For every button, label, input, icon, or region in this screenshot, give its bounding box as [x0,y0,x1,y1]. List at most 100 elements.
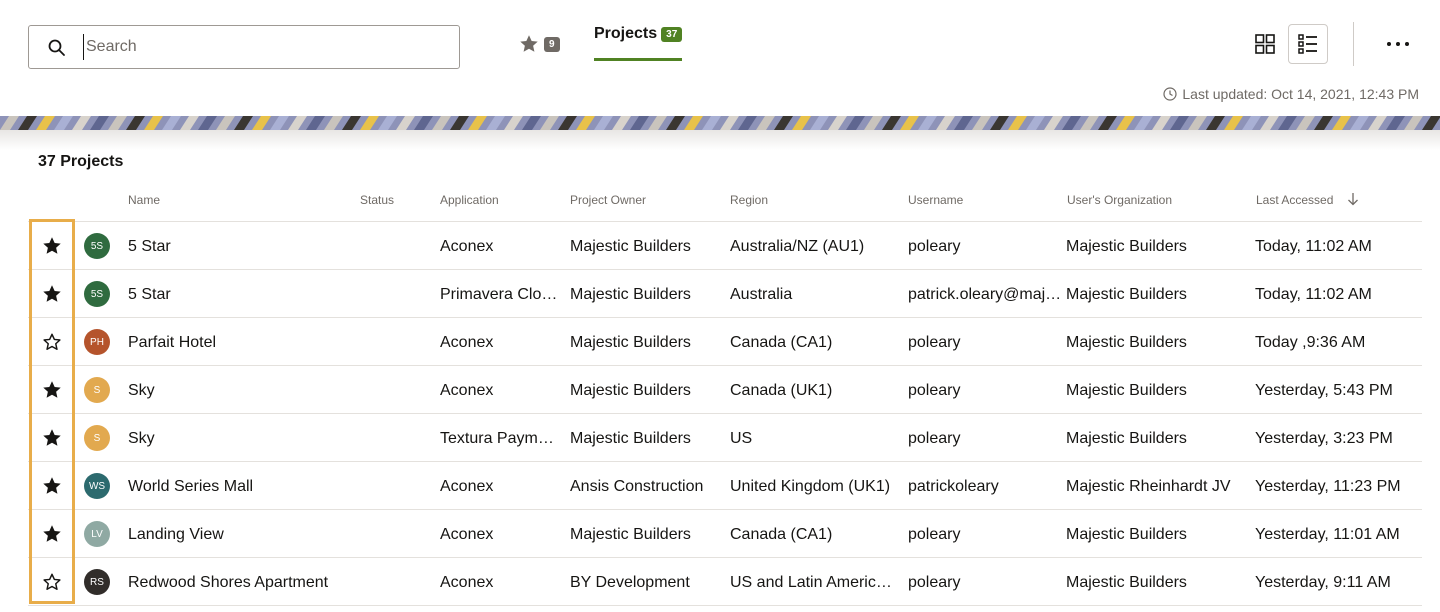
column-header-owner[interactable]: Project Owner [570,193,646,207]
project-organization: Majestic Rheinhardt JV [1066,478,1231,495]
list-view-icon [1298,34,1317,54]
project-username: poleary [908,574,961,591]
project-avatar: RS [84,569,110,595]
project-avatar: 5S [84,281,110,307]
sort-descending-icon[interactable] [1346,192,1360,206]
more-options-button[interactable] [1378,24,1418,64]
project-application: Aconex [440,334,494,351]
project-name[interactable]: Sky [128,381,353,400]
project-name[interactable]: 5 Star [128,237,353,256]
project-region: Canada (CA1) [730,526,833,543]
project-username: poleary [908,334,961,351]
project-name[interactable]: Sky [128,429,353,448]
project-region: United Kingdom (UK1) [730,478,891,495]
project-owner: BY Development [570,574,690,591]
project-organization: Majestic Builders [1066,238,1187,255]
project-region: Australia [730,286,793,303]
project-organization: Majestic Builders [1066,286,1187,303]
column-header-name[interactable]: Name [128,193,160,207]
search-box[interactable] [28,25,460,69]
project-name[interactable]: Landing View [128,525,353,544]
project-region: Canada (UK1) [730,382,833,399]
column-header-region[interactable]: Region [730,193,768,207]
header: 9 Projects 37 [0,0,1440,116]
project-owner: Majestic Builders [570,286,691,303]
project-username: patrickoleary [908,478,999,495]
project-avatar: LV [84,521,110,547]
toolbar-divider [1353,22,1354,66]
table-row[interactable]: WS World Series Mall Aconex Ansis Construct… [28,462,1422,510]
project-name[interactable]: 5 Star [128,285,353,304]
project-owner: Majestic Builders [570,526,691,543]
decorative-banner [0,116,1440,130]
last-updated: Last updated: Oct 14, 2021, 12:43 PM [1163,86,1419,102]
table-row[interactable]: PH Parfait Hotel Aconex Majestic Builders Ca… [28,318,1422,366]
table-row[interactable]: RS Redwood Shores Apartment Aconex BY Devel… [28,558,1422,606]
column-header-application[interactable]: Application [440,193,499,207]
project-last-accessed: Today, 11:02 AM [1255,286,1372,303]
project-region: Australia/NZ (AU1) [730,238,865,255]
column-header-username[interactable]: Username [908,193,963,207]
search-input[interactable] [83,34,443,60]
project-region: Canada (CA1) [730,334,833,351]
favorites-count-badge: 9 [544,36,560,52]
column-header-organization[interactable]: User's Organization [1067,193,1172,207]
project-application: Aconex [440,478,494,495]
project-name[interactable]: World Series Mall [128,477,353,496]
project-avatar: WS [84,473,110,499]
project-organization: Majestic Builders [1066,430,1187,447]
project-last-accessed: Today ,9:36 AM [1255,334,1366,351]
table-row[interactable]: S Sky Aconex Majestic Builders Canada (UK1) p… [28,366,1422,414]
project-region: US [730,430,753,447]
star-outline-icon[interactable] [41,331,63,353]
search-icon [48,39,65,56]
project-owner: Majestic Builders [570,382,691,399]
project-owner: Majestic Builders [570,238,691,255]
project-application: Aconex [440,574,494,591]
project-last-accessed: Yesterday, 9:11 AM [1255,574,1391,591]
tab-favorites[interactable]: 9 [518,24,560,64]
star-icon [520,35,538,52]
projects-table-body: 5S 5 Star Aconex Majestic Builders Australia… [28,222,1422,606]
project-name[interactable]: Redwood Shores Apartment [128,573,353,592]
star-filled-icon[interactable] [41,427,63,449]
project-last-accessed: Today, 11:02 AM [1255,238,1372,255]
project-application: Aconex [440,382,494,399]
tab-projects[interactable]: Projects 37 [594,24,683,61]
star-outline-icon[interactable] [41,571,63,593]
project-username: poleary [908,238,961,255]
project-owner: Majestic Builders [570,334,691,351]
project-application: Aconex [440,238,494,255]
column-header-status[interactable]: Status [360,193,394,207]
table-row[interactable]: 5S 5 Star Aconex Majestic Builders Australia… [28,222,1422,270]
star-filled-icon[interactable] [41,379,63,401]
star-filled-icon[interactable] [41,523,63,545]
last-updated-text: Last updated: Oct 14, 2021, 12:43 PM [1182,86,1419,102]
project-organization: Majestic Builders [1066,334,1187,351]
table-row[interactable]: 5S 5 Star Primavera Cloud Projects Majestic… [28,270,1422,318]
project-last-accessed: Yesterday, 11:23 PM [1255,478,1401,495]
table-row[interactable]: S Sky Textura Payment Management Majestic B… [28,414,1422,462]
project-last-accessed: Yesterday, 11:01 AM [1255,526,1400,543]
project-avatar: 5S [84,233,110,259]
tab-projects-label: Projects [594,25,658,42]
projects-count-title: 37 Projects [38,153,124,170]
project-application: Primavera Cloud Projects [440,286,560,303]
project-organization: Majestic Builders [1066,526,1187,543]
list-view-button[interactable] [1288,24,1328,64]
banner-shadow [0,130,1440,150]
project-avatar: S [84,425,110,451]
project-name[interactable]: Parfait Hotel [128,333,353,352]
star-filled-icon[interactable] [41,283,63,305]
grid-view-button[interactable] [1245,24,1285,64]
project-avatar: PH [84,329,110,355]
project-organization: Majestic Builders [1066,574,1187,591]
project-application: Aconex [440,526,494,543]
project-region: US and Latin America (US1) [730,574,900,591]
star-filled-icon[interactable] [41,475,63,497]
more-options-icon [1387,42,1409,46]
table-row[interactable]: LV Landing View Aconex Majestic Builders Can… [28,510,1422,558]
column-header-last-accessed[interactable]: Last Accessed [1256,193,1333,207]
project-organization: Majestic Builders [1066,382,1187,399]
star-filled-icon[interactable] [41,235,63,257]
